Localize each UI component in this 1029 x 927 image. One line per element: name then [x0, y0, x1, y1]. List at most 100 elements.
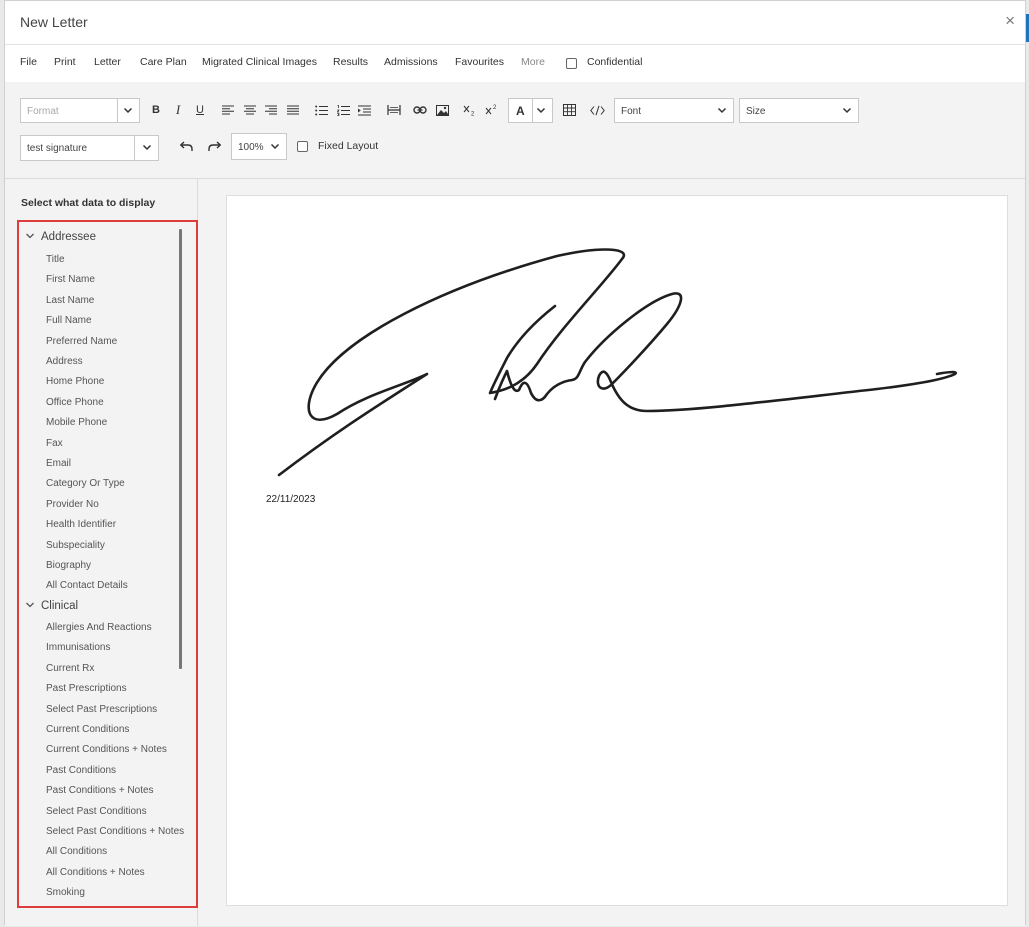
superscript-icon[interactable]: 2	[484, 102, 500, 118]
data-field-list: Addressee Title First Name Last Name Full N…	[17, 220, 198, 908]
data-field-sidebar: Select what data to display Addressee Ti…	[5, 179, 198, 926]
letter-editor-area: 22/11/2023	[198, 179, 1025, 926]
table-icon[interactable]	[561, 102, 577, 118]
addressee-field-item[interactable]: Email	[46, 458, 71, 469]
signature-select[interactable]: test signature	[20, 135, 159, 161]
addressee-field-item[interactable]: Preferred Name	[46, 336, 117, 347]
zoom-select[interactable]: 100%	[231, 133, 287, 160]
clinical-field-item[interactable]: Select Past Conditions + Notes	[46, 826, 184, 837]
format-select[interactable]: Format	[20, 98, 140, 123]
clinical-field-item[interactable]: Current Conditions	[46, 724, 129, 735]
link-icon[interactable]	[412, 102, 428, 118]
text-color-picker[interactable]: A	[508, 98, 553, 123]
addressee-field-item[interactable]: All Contact Details	[46, 580, 128, 591]
menu-more[interactable]: More	[521, 56, 545, 68]
clinical-field-item[interactable]: Past Conditions + Notes	[46, 785, 154, 796]
clinical-field-item[interactable]: Current Rx	[46, 663, 94, 674]
horizontal-rule-icon[interactable]	[386, 102, 402, 118]
sidebar-scrollbar[interactable]	[179, 229, 182, 669]
clinical-field-item[interactable]: Allergies And Reactions	[46, 622, 152, 633]
clinical-field-item[interactable]: Immunisations	[46, 642, 110, 653]
clinical-field-item[interactable]: All Conditions	[46, 846, 107, 857]
size-select[interactable]: Size	[739, 98, 859, 123]
numbered-list-icon[interactable]	[335, 102, 351, 118]
source-code-icon[interactable]	[589, 102, 605, 118]
menu-file[interactable]: File	[20, 56, 37, 68]
menu-print[interactable]: Print	[54, 56, 76, 68]
fixed-layout-label: Fixed Layout	[318, 140, 379, 152]
confidential-checkbox[interactable]	[566, 58, 577, 69]
redo-icon[interactable]	[206, 138, 222, 154]
chevron-down-icon	[123, 107, 133, 114]
confidential-label: Confidential	[587, 56, 643, 68]
sidebar-heading: Select what data to display	[21, 197, 156, 209]
clinical-field-item[interactable]: Select Past Prescriptions	[46, 704, 157, 715]
letter-page[interactable]: 22/11/2023	[226, 195, 1008, 906]
align-justify-icon[interactable]	[285, 102, 301, 118]
font-select-value: Font	[621, 106, 642, 117]
addressee-field-item[interactable]: Full Name	[46, 315, 92, 326]
addressee-field-item[interactable]: Provider No	[46, 499, 99, 510]
addressee-field-item[interactable]: Office Phone	[46, 397, 104, 408]
font-select[interactable]: Font	[614, 98, 734, 123]
chevron-down-icon	[842, 107, 852, 114]
italic-button[interactable]: I	[170, 102, 186, 118]
subscript-icon[interactable]: 2	[462, 102, 478, 118]
menu-favourites[interactable]: Favourites	[455, 56, 504, 68]
clinical-field-item[interactable]: All Conditions + Notes	[46, 867, 145, 878]
addressee-field-item[interactable]: Home Phone	[46, 376, 104, 387]
text-color-icon: A	[516, 104, 525, 118]
group-clinical-label: Clinical	[41, 600, 79, 612]
addressee-field-item[interactable]: First Name	[46, 274, 95, 285]
format-select-value: Format	[27, 106, 59, 117]
dialog-titlebar: New Letter ×	[5, 1, 1025, 45]
chevron-down-icon	[536, 107, 546, 114]
chevron-down-icon	[26, 233, 34, 239]
addressee-field-item[interactable]: Health Identifier	[46, 519, 116, 530]
undo-icon[interactable]	[178, 138, 194, 154]
editor-toolbar	[5, 82, 1025, 179]
clinical-field-item[interactable]: Select Past Conditions	[46, 806, 147, 817]
align-center-icon[interactable]	[242, 102, 258, 118]
addressee-field-item[interactable]: Mobile Phone	[46, 417, 107, 428]
menu-results[interactable]: Results	[333, 56, 368, 68]
clinical-field-item[interactable]: Smoking	[46, 887, 85, 898]
menu-letter[interactable]: Letter	[94, 56, 121, 68]
indent-icon[interactable]	[356, 102, 372, 118]
addressee-field-item[interactable]: Fax	[46, 438, 63, 449]
addressee-field-item[interactable]: Category Or Type	[46, 478, 125, 489]
image-icon[interactable]	[434, 102, 450, 118]
chevron-down-icon	[26, 602, 34, 608]
addressee-field-item[interactable]: Title	[46, 254, 65, 265]
clinical-field-item[interactable]: Current Conditions + Notes	[46, 744, 167, 755]
menu-migrated-clinical-images[interactable]: Migrated Clinical Images	[202, 56, 317, 68]
menu-care-plan[interactable]: Care Plan	[140, 56, 187, 68]
bold-button[interactable]: B	[148, 102, 164, 118]
align-right-icon[interactable]	[263, 102, 279, 118]
addressee-field-item[interactable]: Address	[46, 356, 83, 367]
close-icon[interactable]: ×	[1005, 12, 1015, 30]
underline-button[interactable]: U	[192, 102, 208, 118]
clinical-field-item[interactable]: Past Conditions	[46, 765, 116, 776]
chevron-down-icon	[270, 143, 280, 150]
chevron-down-icon	[717, 107, 727, 114]
letter-date: 22/11/2023	[266, 494, 316, 505]
dialog-title: New Letter	[20, 14, 88, 30]
size-select-value: Size	[746, 106, 766, 117]
zoom-select-value: 100%	[238, 142, 264, 153]
addressee-field-item[interactable]: Biography	[46, 560, 91, 571]
signature-image	[277, 248, 958, 477]
addressee-field-item[interactable]: Subspeciality	[46, 540, 105, 551]
fixed-layout-checkbox[interactable]	[297, 141, 308, 152]
menu-bar: File Print Letter Care Plan Migrated Cli…	[5, 45, 1025, 82]
menu-admissions[interactable]: Admissions	[384, 56, 438, 68]
addressee-field-item[interactable]: Last Name	[46, 295, 94, 306]
group-addressee-label: Addressee	[41, 231, 96, 243]
clinical-field-item[interactable]: Past Prescriptions	[46, 683, 127, 694]
chevron-down-icon	[142, 144, 152, 151]
align-left-icon[interactable]	[220, 102, 236, 118]
bullet-list-icon[interactable]	[313, 102, 329, 118]
new-letter-dialog: New Letter × File Print Letter Care Plan…	[4, 0, 1026, 926]
group-clinical[interactable]: Clinical	[25, 600, 78, 612]
group-addressee[interactable]: Addressee	[25, 231, 96, 243]
